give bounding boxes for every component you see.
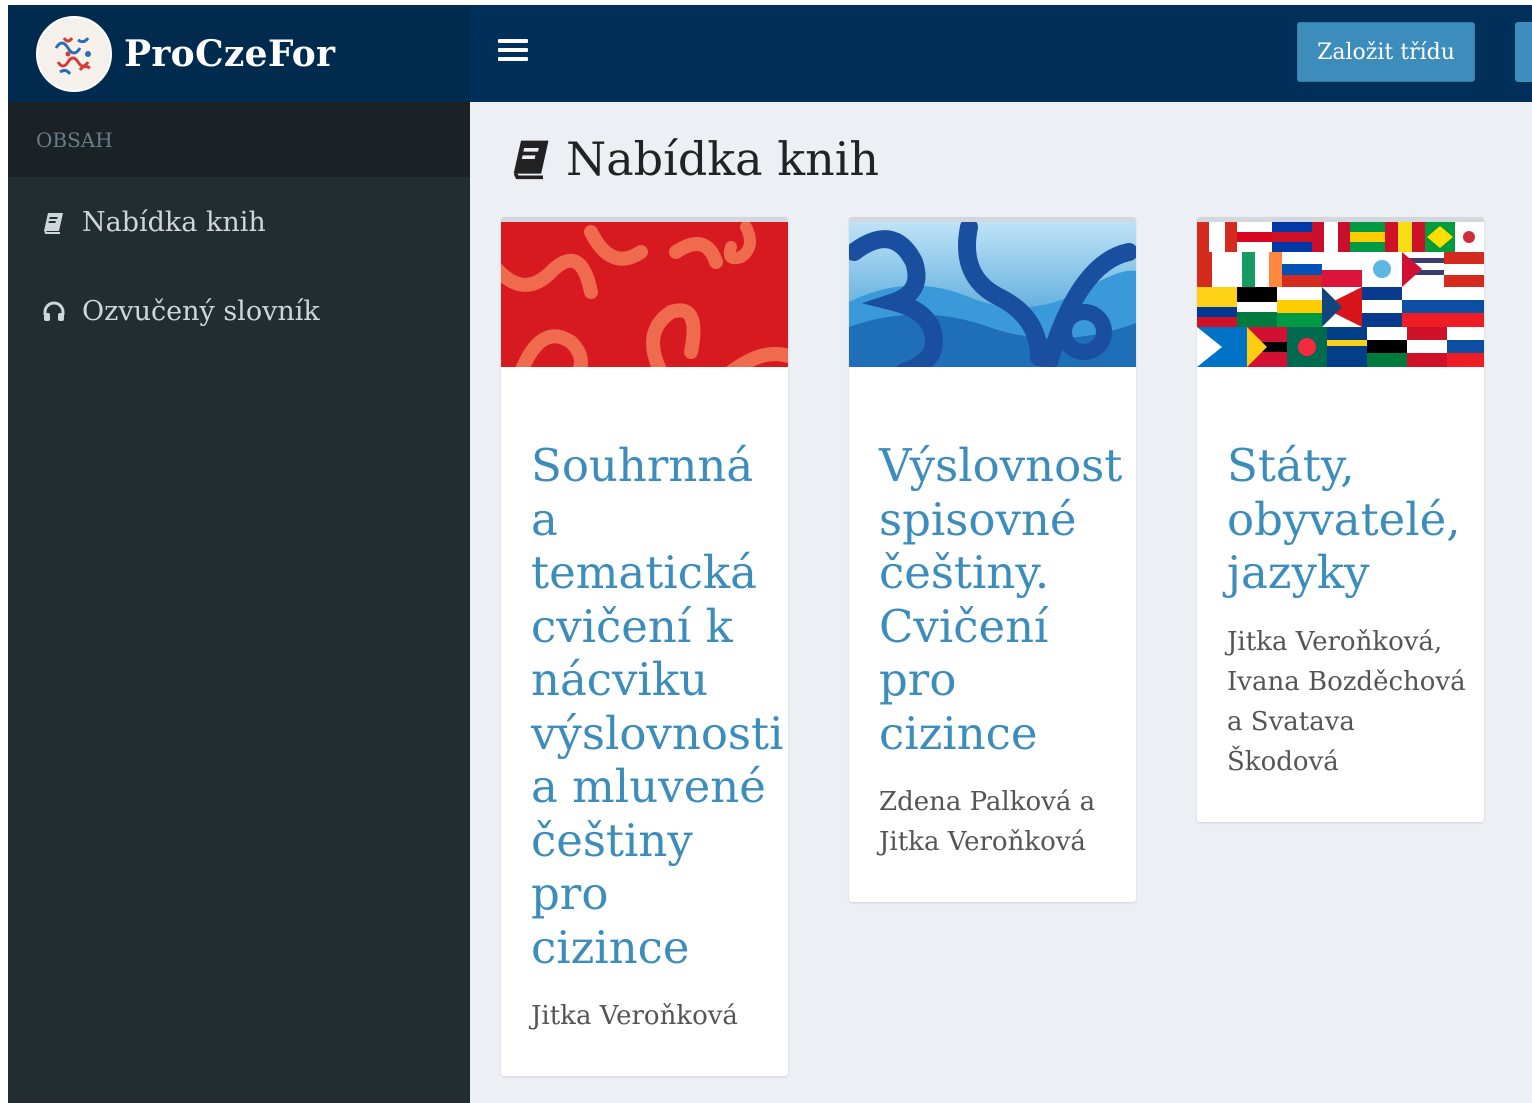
book-authors: Jitka Veroňková: [531, 1001, 738, 1031]
book-icon: [510, 135, 558, 183]
book-card: Souhrnná a tematická cvičení k nácviku v…: [501, 217, 788, 1076]
book-title-link[interactable]: Souhrnná a tematická cvičení k nácviku v…: [531, 439, 784, 974]
book-icon: [40, 209, 68, 237]
proczefor-logo-icon: [36, 15, 112, 92]
page-title: Nabídka knih: [510, 132, 879, 186]
sidebar: ProCzeFor OBSAH Nabídka knih Ozvučený sl…: [8, 5, 470, 1103]
sidebar-item-nabidka-knih[interactable]: Nabídka knih: [8, 178, 470, 267]
book-authors: Zdena Palková a Jitka Veroňková: [879, 787, 1096, 857]
sidebar-item-ozvuceny-slovnik[interactable]: Ozvučený slovník: [8, 267, 470, 356]
headphones-icon: [40, 298, 68, 326]
book-cover-image[interactable]: [849, 217, 1136, 367]
topbar-secondary-button[interactable]: [1515, 22, 1532, 82]
book-cover-image[interactable]: [501, 217, 788, 367]
app-frame: ProCzeFor OBSAH Nabídka knih Ozvučený sl…: [8, 5, 1532, 1103]
book-card: Výslovnost spisovné češtiny. Cvičení pro…: [849, 217, 1136, 902]
create-class-button[interactable]: Založit třídu: [1297, 22, 1475, 82]
page-title-text: Nabídka knih: [566, 132, 880, 186]
book-card: Státy, obyvatelé, jazyky Jitka Veroňková…: [1197, 217, 1484, 822]
hamburger-menu-icon[interactable]: [498, 39, 528, 65]
top-navbar: Založit třídu: [470, 5, 1532, 102]
book-cover-image[interactable]: [1197, 217, 1484, 367]
sidebar-section-header: OBSAH: [8, 102, 470, 177]
book-title-link[interactable]: Státy, obyvatelé, jazyky: [1227, 439, 1470, 600]
main-content: Nabídka knih Souhrnná a tematická cvičen…: [470, 102, 1532, 1103]
book-authors: Jitka Veroňková, Ivana Bozděchová a Svat…: [1227, 626, 1466, 777]
book-title-link[interactable]: Výslovnost spisovné češtiny. Cvičení pro…: [879, 439, 1122, 760]
app-name: ProCzeFor: [124, 32, 336, 75]
sidebar-item-label: Ozvučený slovník: [82, 296, 320, 327]
brand-logo-link[interactable]: ProCzeFor: [8, 5, 470, 102]
sidebar-item-label: Nabídka knih: [82, 207, 266, 238]
